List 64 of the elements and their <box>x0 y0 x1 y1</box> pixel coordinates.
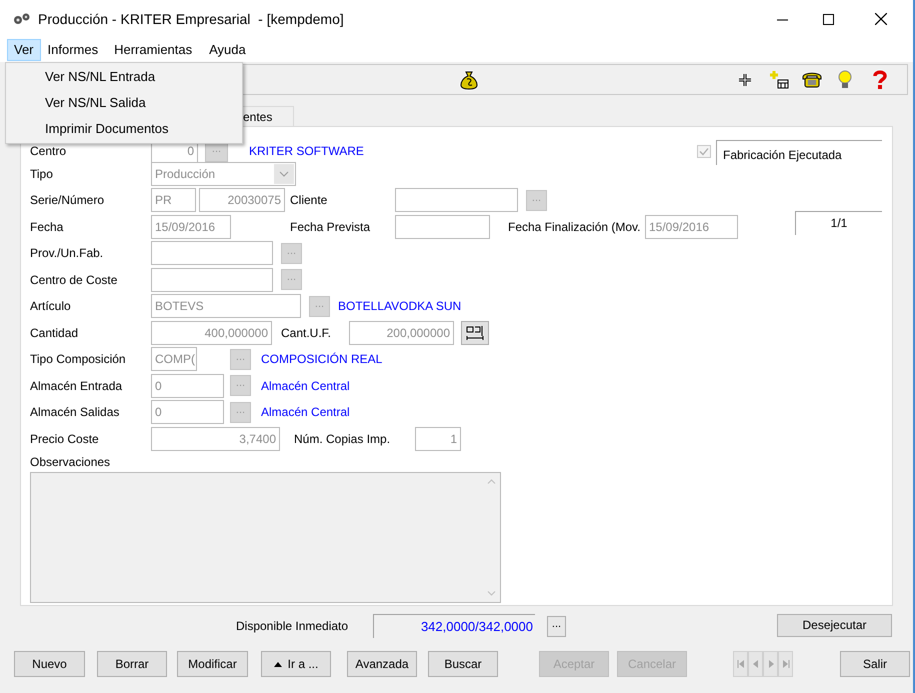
field-label: Centro de Coste <box>30 272 118 289</box>
field-label: Precio Coste <box>30 430 100 448</box>
action-button[interactable]: Nuevo <box>14 651 85 677</box>
gears-icon <box>13 13 31 25</box>
menu-item[interactable]: Informes <box>40 39 106 61</box>
triangle-up-icon <box>274 662 282 666</box>
ruler-icon <box>466 324 484 341</box>
light-bulb-icon[interactable] <box>836 69 854 91</box>
link-text[interactable]: BOTELLAVODKA SUN <box>338 297 498 316</box>
ruler-button[interactable] <box>461 320 489 345</box>
action-button[interactable]: Modificar <box>177 651 248 677</box>
field-label: Cant.U.F. <box>281 324 332 342</box>
field-label: Cantidad <box>30 324 80 342</box>
question-mark-icon[interactable] <box>872 70 888 90</box>
input-field[interactable] <box>151 268 273 292</box>
triangle-left-icon <box>750 659 760 669</box>
chevron-down-icon <box>274 164 294 184</box>
field-label: Núm. Copias Imp. <box>294 430 392 448</box>
field-label: Almacén Entrada <box>30 378 124 395</box>
action-button[interactable]: Ir a ... <box>261 651 331 677</box>
field-label: Serie/Número <box>30 192 106 210</box>
lookup-button[interactable]: ... <box>547 616 566 636</box>
menu-item[interactable]: Ayuda <box>202 39 253 61</box>
link-text[interactable]: COMPOSICIÓN REAL <box>261 350 421 368</box>
maximize-icon[interactable] <box>823 14 834 24</box>
action-button[interactable]: Salir <box>840 651 910 677</box>
field-label: Observaciones <box>30 454 112 471</box>
caption-box: Fabricación Ejecutada <box>716 140 882 165</box>
grid-icon[interactable] <box>738 73 752 87</box>
field-label: Fecha Prevista <box>290 218 372 236</box>
close-icon[interactable] <box>875 13 887 25</box>
input-field[interactable]: 342,0000/342,0000 <box>373 614 535 638</box>
link-text[interactable]: Almacén Central <box>261 376 421 395</box>
desejecutar-button[interactable]: Desejecutar <box>777 614 892 636</box>
input-field[interactable] <box>395 188 518 212</box>
skip-back-icon <box>736 659 746 669</box>
input-field[interactable] <box>395 214 490 239</box>
action-button[interactable]: Avanzada <box>347 651 417 677</box>
field-label: Tipo Composición <box>30 351 127 368</box>
field-label: Almacén Salidas <box>30 404 120 422</box>
action-button[interactable]: Borrar <box>97 651 167 677</box>
money-bag-icon[interactable] <box>459 70 479 90</box>
record-counter: 1/1 <box>795 210 882 235</box>
field-label: Centro <box>30 143 68 160</box>
field-label: Tipo <box>30 166 54 183</box>
link-text[interactable]: Almacén Central <box>261 403 421 422</box>
scroll-down-icon[interactable] <box>487 591 496 596</box>
action-button[interactable]: Buscar <box>428 651 498 677</box>
add-table-icon[interactable] <box>770 70 790 90</box>
field-label: Fecha Finalización (Mov. <box>508 218 642 236</box>
field-label: Prov./Un.Fab. <box>30 245 104 262</box>
field-label: Fecha <box>30 218 64 236</box>
input-field[interactable] <box>151 241 273 266</box>
skip-forward-icon <box>780 659 790 669</box>
field-label: Artículo <box>30 298 72 316</box>
link-text[interactable]: KRITER SOFTWARE <box>249 142 399 160</box>
field-label: Disponible Inmediato <box>236 618 350 635</box>
field-label: Cliente <box>290 192 328 210</box>
menu-item[interactable]: Ver <box>7 39 41 61</box>
phone-icon[interactable] <box>802 70 822 88</box>
text-area[interactable] <box>30 472 501 603</box>
window-title: Producción - KRITER Empresarial - [kempdemo] <box>38 10 344 29</box>
menu-item[interactable]: Herramientas <box>107 39 200 61</box>
scroll-up-icon[interactable] <box>487 479 496 484</box>
